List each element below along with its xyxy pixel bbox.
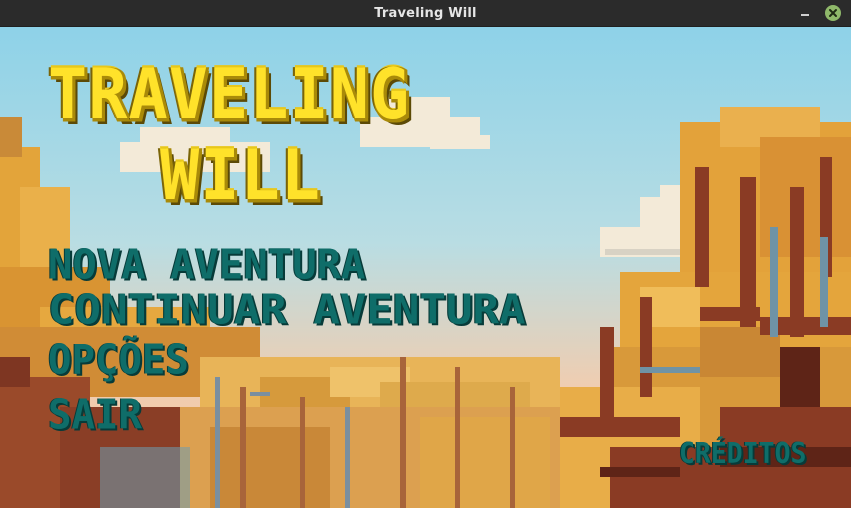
distant-foliage <box>160 357 580 508</box>
minimize-button[interactable] <box>797 5 813 21</box>
close-icon <box>829 9 837 17</box>
game-window: Traveling Will TRAVELING WILL NOVA AVENT… <box>0 0 851 508</box>
menu-options[interactable]: OPÇÕES <box>48 340 189 381</box>
menu-quit[interactable]: SAIR <box>48 395 142 436</box>
game-viewport: TRAVELING WILL NOVA AVENTURA CONTINUAR A… <box>0 27 851 508</box>
window-titlebar: Traveling Will <box>0 0 851 27</box>
credits-button[interactable]: CRÉDITOS <box>679 440 806 468</box>
menu-continue-adventure[interactable]: CONTINUAR AVENTURA <box>48 290 526 331</box>
game-logo-title-line2: WILL <box>160 134 321 217</box>
game-logo-title-line1: TRAVELING <box>48 53 411 136</box>
menu-new-adventure[interactable]: NOVA AVENTURA <box>48 245 365 286</box>
window-title: Traveling Will <box>374 6 477 21</box>
minimize-icon <box>801 14 809 16</box>
close-button[interactable] <box>825 5 841 21</box>
